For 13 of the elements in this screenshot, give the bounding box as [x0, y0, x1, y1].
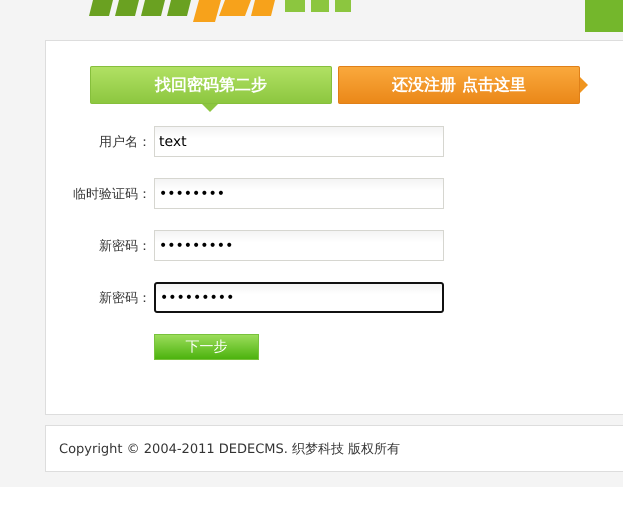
header-block — [585, 0, 623, 32]
field-label: 临时验证码： — [72, 186, 151, 202]
copyright-text: Copyright © 2004-2011 DEDECMS. 织梦科技 版权所有 — [59, 440, 400, 458]
arrow-down-icon — [202, 104, 218, 112]
input-field[interactable]: text — [154, 126, 444, 157]
input-field[interactable]: •••••••• — [154, 178, 444, 209]
field-label: 用户名： — [98, 134, 151, 150]
step-banner: 找回密码第二步 — [90, 66, 332, 104]
arrow-right-icon — [580, 77, 588, 93]
input-field[interactable]: ••••••••• — [154, 230, 444, 261]
field-label: 新密码： — [98, 290, 151, 306]
input-field[interactable]: ••••••••• — [154, 282, 444, 313]
field-label: 新密码： — [98, 238, 151, 254]
